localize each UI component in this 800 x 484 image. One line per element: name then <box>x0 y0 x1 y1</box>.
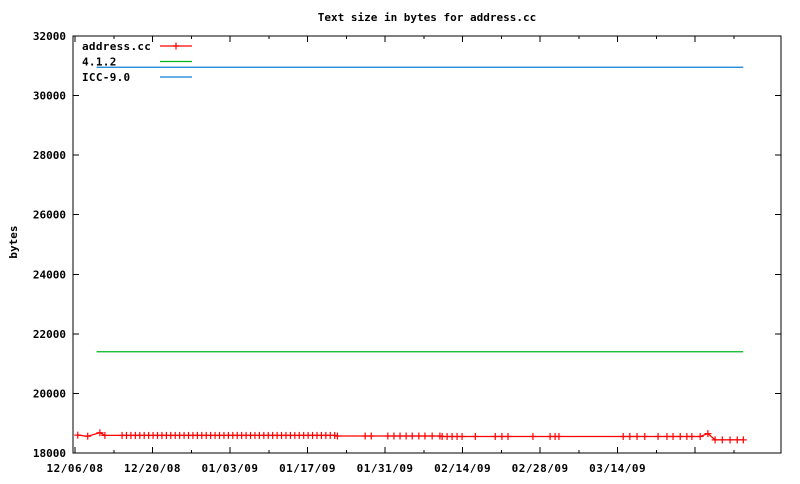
series-address-cc <box>74 429 747 444</box>
legend-entry-address-cc: address.cc <box>82 40 192 53</box>
x-tick-label: 02/28/09 <box>512 462 569 475</box>
y-axis-label: bytes <box>7 225 20 258</box>
x-tick-label: 12/20/08 <box>124 462 181 475</box>
legend-label: 4.1.2 <box>82 56 117 69</box>
x-tick-label: 03/14/09 <box>589 462 646 475</box>
legend-entry-icc-9-0: ICC-9.0 <box>82 71 192 84</box>
axis-ticks <box>73 35 781 454</box>
y-tick-label: 30000 <box>33 90 66 103</box>
chart-canvas: Text size in bytes for address.cc bytes … <box>0 0 800 480</box>
tick-labels: 18000 20000 22000 24000 26000 28000 30000 32000… <box>33 30 646 475</box>
legend-entry-4-1-2: 4.1.2 <box>82 56 192 69</box>
y-tick-label: 28000 <box>33 149 66 162</box>
legend-label: ICC-9.0 <box>82 71 130 84</box>
x-tick-label: 12/06/08 <box>47 462 104 475</box>
y-tick-label: 18000 <box>33 447 66 460</box>
x-tick-label: 01/17/09 <box>279 462 336 475</box>
x-tick-label: 02/14/09 <box>434 462 491 475</box>
chart-title: Text size in bytes for address.cc <box>318 11 537 24</box>
y-tick-label: 22000 <box>33 328 66 341</box>
y-tick-label: 24000 <box>33 268 66 281</box>
y-tick-label: 20000 <box>33 387 66 400</box>
legend: address.cc 4.1.2 ICC-9.0 <box>82 40 192 84</box>
chart-svg: Text size in bytes for address.cc bytes … <box>7 11 782 475</box>
series-layer <box>74 66 747 444</box>
x-tick-label: 01/03/09 <box>202 462 259 475</box>
plot-border <box>72 35 782 454</box>
y-tick-label: 26000 <box>33 209 66 222</box>
y-tick-label: 32000 <box>33 30 66 43</box>
legend-label: address.cc <box>82 40 151 53</box>
plot-frame <box>72 35 782 454</box>
x-tick-label: 01/31/09 <box>357 462 414 475</box>
